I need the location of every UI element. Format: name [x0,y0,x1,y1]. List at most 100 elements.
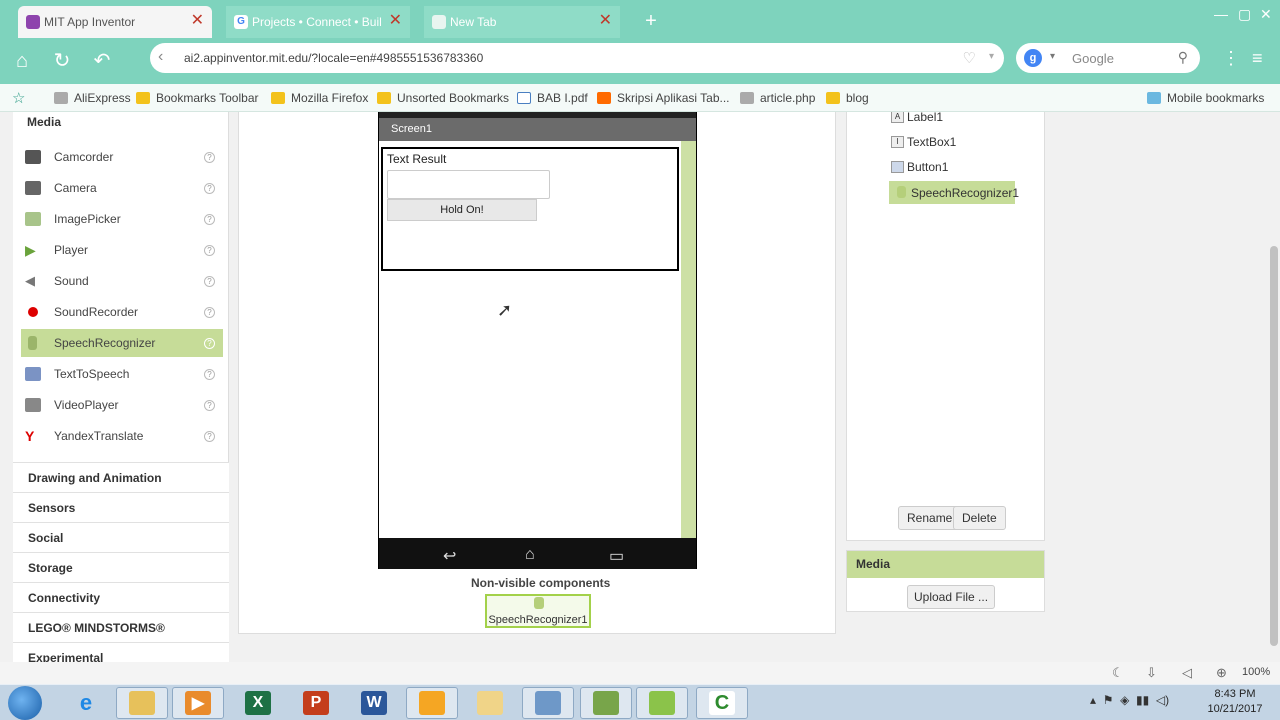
palette-item-videoplayer[interactable]: VideoPlayer ? [21,391,223,419]
home-icon[interactable]: ⌂ [8,48,36,74]
zoom-icon[interactable]: ⊕ [1216,665,1227,681]
tree-item-speechrecognizer1[interactable]: SpeechRecognizer1 [889,181,1019,204]
system-tray-icons[interactable]: ▴ ⚑ ◈ ▮▮ ◁) [1090,693,1169,707]
hold-on-button[interactable]: Hold On! [387,199,537,221]
palette-item-player[interactable]: ▶ Player ? [21,236,223,264]
help-icon[interactable]: ? [204,182,215,194]
palette-category-experimental[interactable]: Experimental [13,642,229,662]
camtasia-icon[interactable]: C [696,687,748,719]
palette-section-media[interactable]: Media [27,115,61,129]
help-icon[interactable]: ? [204,213,215,225]
back-icon[interactable]: ‹ [158,48,163,66]
scrollbar-thumb[interactable] [1270,246,1278,646]
bookmark-aliexpress[interactable]: AliExpress [54,91,131,105]
palette-item-soundrecorder[interactable]: SoundRecorder ? [21,298,223,326]
help-icon[interactable]: ? [204,151,215,163]
palette-category-lego-mindstorms[interactable]: LEGO® MINDSTORMS® [13,612,229,642]
control-panel-icon[interactable] [522,687,574,719]
chevron-down-icon[interactable]: ▾ [1050,51,1055,62]
star-icon[interactable]: ☆ [12,89,25,107]
new-tab-button[interactable]: + [636,10,666,34]
tab-mit-app-inventor[interactable]: MIT App Inventor ✕ [18,6,212,38]
palette-category-storage[interactable]: Storage [13,552,229,582]
bookmark-mobile[interactable]: Mobile bookmarks [1147,91,1264,105]
textbox-component[interactable] [387,170,550,199]
bookmark-bab-pdf[interactable]: BAB I.pdf [517,91,588,105]
file-explorer-icon[interactable] [116,687,168,719]
start-button[interactable] [8,686,42,720]
label-component[interactable]: Text Result [387,152,446,166]
palette-item-speechrecognizer[interactable]: SpeechRecognizer ? [21,329,223,357]
non-visible-speechrecognizer[interactable]: SpeechRecognizer1 [485,594,591,628]
palette-category-connectivity[interactable]: Connectivity [13,582,229,612]
tree-item-textbox1[interactable]: I TextBox1 [891,135,956,149]
chevron-down-icon[interactable]: ▾ [989,51,994,62]
favorite-icon[interactable]: ♡ [963,49,976,67]
help-icon[interactable]: ? [204,306,215,318]
bookmark-skripsi[interactable]: Skripsi Aplikasi Tab... [597,91,730,105]
palette-item-sound[interactable]: ◀ Sound ? [21,267,223,295]
rename-button[interactable]: Rename [898,506,962,530]
media-player-icon[interactable]: ▶ [172,687,224,719]
tab-new-tab[interactable]: New Tab ✕ [424,6,620,38]
volume-icon[interactable]: ◁ [1182,665,1192,681]
download-icon[interactable]: ⇩ [1146,665,1157,681]
minimize-icon[interactable]: — [1214,6,1228,22]
palette-item-imagepicker[interactable]: ImagePicker ? [21,205,223,233]
palette-item-texttospeech[interactable]: TextToSpeech ? [21,360,223,388]
more-icon[interactable]: ⋮ [1222,48,1240,69]
help-icon[interactable]: ? [204,244,215,256]
menu-icon[interactable]: ≡ [1252,48,1263,69]
maximize-icon[interactable]: ▢ [1238,6,1251,23]
page-scrollbar[interactable] [1268,112,1280,662]
undo-icon[interactable]: ↶ [88,48,116,74]
palette-item-camera[interactable]: Camera ? [21,174,223,202]
palette-item-camcorder[interactable]: Camcorder ? [21,143,223,171]
search-input[interactable]: Google [1072,51,1114,66]
tree-item-button1[interactable]: Button1 [891,160,948,174]
folder-icon[interactable] [464,687,516,719]
help-icon[interactable]: ? [204,430,215,442]
palette-category-social[interactable]: Social [13,522,229,552]
help-icon[interactable]: ? [204,368,215,380]
search-engine-icon[interactable]: g [1024,49,1042,67]
help-icon[interactable]: ? [204,275,215,287]
bookmark-mozilla-firefox[interactable]: Mozilla Firefox [271,91,368,105]
palette-category-drawing-animation[interactable]: Drawing and Animation [13,462,229,492]
upload-file-button[interactable]: Upload File ... [907,585,996,609]
android-studio-icon[interactable] [636,687,688,719]
uc-browser-icon[interactable] [406,687,458,719]
palette-category-sensors[interactable]: Sensors [13,492,229,522]
vertical-arrangement[interactable]: Text Result Hold On! [381,147,679,271]
close-icon[interactable]: ✕ [191,13,204,29]
palette-item-yandextranslate[interactable]: Y YandexTranslate ? [21,422,223,450]
clock[interactable]: 8:43 PM 10/21/2017 [1200,687,1270,717]
window-close-icon[interactable]: ✕ [1260,6,1272,23]
soundrecorder-icon [28,307,38,317]
zoom-level[interactable]: 100% [1242,666,1270,678]
bookmark-article[interactable]: article.php [740,91,815,105]
powerpoint-icon[interactable]: P [290,687,342,719]
excel-icon[interactable]: X [232,687,284,719]
page-icon [740,92,754,104]
bookmark-blog[interactable]: blog [826,91,869,105]
tab-projects[interactable]: G Projects • Connect • Buil ✕ [226,6,410,38]
tree-item-label1[interactable]: A Label1 [891,112,943,124]
screen-scrollbar[interactable] [681,141,696,538]
delete-button[interactable]: Delete [953,506,1006,530]
close-icon[interactable]: ✕ [599,13,612,29]
search-box[interactable]: g ▾ Google ⚲ [1016,43,1200,73]
phone-preview[interactable]: Screen1 Text Result Hold On! ↩ ⌂ ▭ [378,112,697,569]
close-icon[interactable]: ✕ [389,13,402,29]
reload-icon[interactable]: ↻ [48,48,76,74]
search-icon[interactable]: ⚲ [1178,49,1188,66]
internet-explorer-icon[interactable]: e [60,687,112,719]
night-mode-icon[interactable]: ☾ [1112,665,1124,681]
bookmark-bookmarks-toolbar[interactable]: Bookmarks Toolbar [136,91,259,105]
android-emulator-icon[interactable] [580,687,632,719]
word-icon[interactable]: W [348,687,400,719]
help-icon[interactable]: ? [204,399,215,411]
help-icon[interactable]: ? [204,337,215,349]
bookmark-unsorted[interactable]: Unsorted Bookmarks [377,91,509,105]
address-bar[interactable]: ‹ ai2.appinventor.mit.edu/?locale=en#498… [150,43,1004,73]
